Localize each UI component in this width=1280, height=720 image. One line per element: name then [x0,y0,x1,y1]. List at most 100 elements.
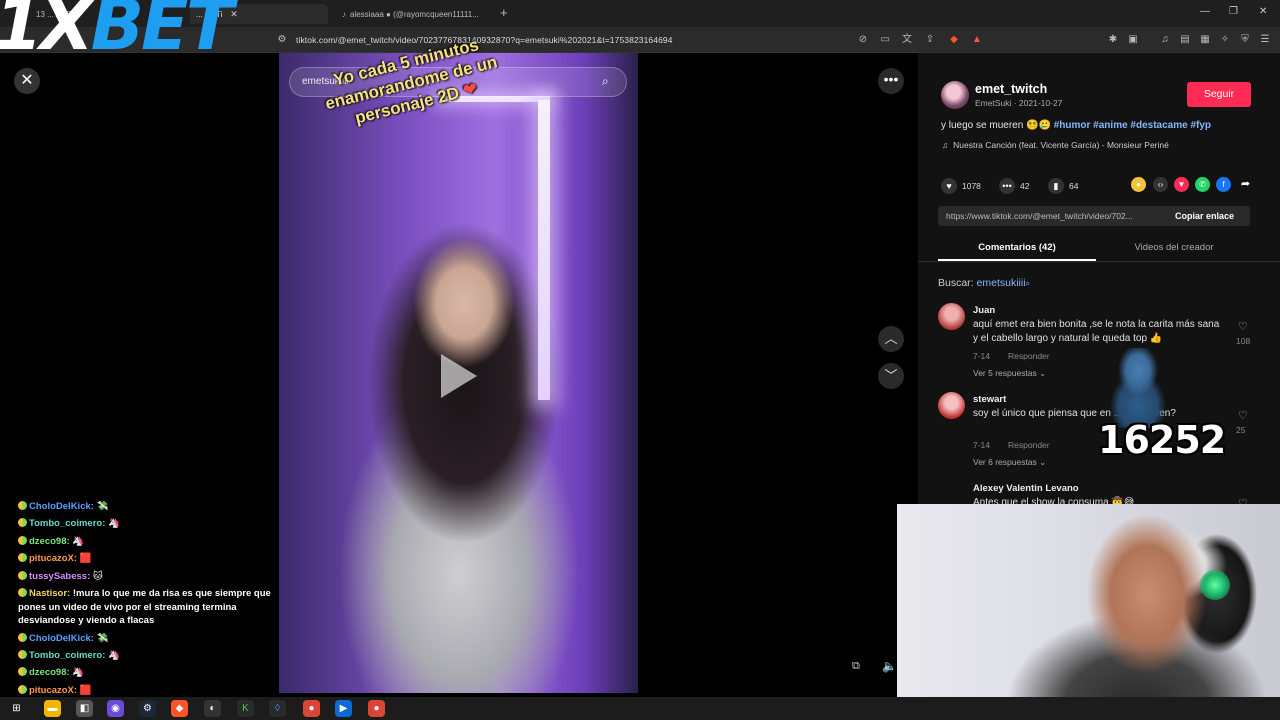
forward-icon[interactable]: ➦ [1238,177,1253,192]
embed-icon[interactable]: ‹› [1153,177,1168,192]
menu-icon[interactable]: ☰ [1259,34,1271,46]
app-icon[interactable]: ◧ [76,700,93,717]
obs-icon[interactable]: ◉ [107,700,124,717]
chat-username[interactable]: CholoDelKick: [29,633,94,644]
chat-text: 🐱 [92,570,103,582]
extensions-icon[interactable]: ✱ [1107,34,1119,46]
previous-video-icon[interactable]: ︿ [878,326,904,352]
site-info-icon[interactable]: ⚙ [276,34,288,46]
chat-username[interactable]: dzeco98: [29,667,70,678]
comment-author[interactable]: Juan [973,305,995,316]
panel-icon[interactable]: ▤ [1179,34,1191,46]
reply-button[interactable]: Responder [1008,440,1050,450]
search-icon[interactable]: ⌕ [602,74,609,89]
brave-shield-icon[interactable]: ◆ [948,34,960,46]
browser-tab[interactable]: ♪ alessiaaa ● (@rayomcqueen11111... [336,4,496,24]
screenshot-icon[interactable]: ▭ [879,34,891,46]
creator-username[interactable]: emet_twitch [975,82,1047,96]
chat-badge-icon [18,518,27,528]
chat-message: Tombo_coimero: 🦄 [0,515,300,532]
chrome-icon[interactable]: ● [368,700,385,717]
avatar[interactable] [941,81,969,109]
copy-link-button[interactable]: Copiar enlace [1175,211,1234,221]
music-track[interactable]: ♫ Nuestra Canción (feat. Vicente García)… [942,140,1169,150]
whatsapp-icon[interactable]: ✆ [1195,177,1210,192]
windows-start-icon[interactable]: ⊞ [8,700,25,717]
chat-username[interactable]: Nastisor: [29,588,70,599]
view-replies-button[interactable]: Ver 6 respuestas ⌄ [973,457,1046,468]
search-icon: ⌕ [1025,279,1031,288]
view-replies-button[interactable]: Ver 5 respuestas ⌄ [973,368,1046,379]
save-stat[interactable]: ▮ 64 [1048,178,1078,194]
comment-author[interactable]: Alexey Valentin Levano [973,483,1079,494]
comment-search-hint[interactable]: Buscar: emetsukiiii⌕ [938,277,1030,289]
chat-username[interactable]: Tombo_coimero: [29,518,105,529]
app-icon[interactable]: ◐ [204,700,221,717]
chat-username[interactable]: Tombo_coimero: [29,650,105,661]
chat-message: CholoDelKick: 💸 [0,630,300,647]
brave-icon[interactable]: ◆ [171,700,188,717]
restore-icon[interactable]: ❐ [1229,6,1238,17]
chat-text: 💸 [96,632,109,644]
chat-text: 🦄 [72,535,85,547]
chat-username[interactable]: dzeco98: [29,536,70,547]
send-icon[interactable]: ▼ [1174,177,1189,192]
chat-badge-icon [18,588,27,598]
close-tab-icon[interactable]: ✕ [230,9,238,20]
facebook-icon[interactable]: f [1216,177,1231,192]
volume-icon[interactable]: 🔈 [882,659,897,673]
play-icon[interactable] [441,354,477,398]
comment-like-count: 25 [1236,425,1246,435]
divider [918,261,1280,262]
follow-button[interactable]: Seguir [1187,82,1251,107]
comment-like-icon[interactable]: ♡ [1238,409,1248,422]
more-options-icon[interactable]: ••• [878,68,904,94]
chrome-icon[interactable]: ● [303,700,320,717]
avatar[interactable] [938,303,965,330]
next-video-icon[interactable]: ﹀ [878,363,904,389]
taskbar: ⊞ ▬ ◧ ◉ ⚙ ◆ ◐ K ◊ ● ▶ ● [0,697,1280,720]
app-icon[interactable]: ▶ [335,700,352,717]
comment-stat[interactable]: ••• 42 [999,178,1029,194]
kick-icon[interactable]: K [237,700,254,717]
chat-username[interactable]: pitucazoX: [29,685,77,696]
like-stat[interactable]: ♥ 1078 [941,178,981,194]
reader-icon[interactable]: ⊘ [857,34,869,46]
avatar[interactable] [938,392,965,419]
video-link[interactable]: https://www.tiktok.com/@emet_twitch/vide… [946,211,1164,221]
sidebar-icon[interactable]: ▣ [1127,34,1139,46]
tab-creator-videos[interactable]: Videos del creador [1098,242,1250,253]
music-icon[interactable]: ♫ [1159,34,1171,46]
picture-in-picture-icon[interactable]: ⧉ [852,660,860,673]
comment-author[interactable]: stewart [973,394,1006,405]
wallet-icon[interactable]: ▦ [1199,34,1211,46]
heart-icon: ♥ [941,178,957,194]
comment-meta: 7-14 Responder [973,440,1050,450]
chat-badge-icon [18,649,27,659]
chat-username[interactable]: tussySabess: [29,571,90,582]
file-explorer-icon[interactable]: ▬ [44,700,61,717]
vpn-icon[interactable]: ⛨ [1239,34,1251,46]
hashtags[interactable]: #humor #anime #destacame #fyp [1054,120,1211,131]
minimize-icon[interactable]: — [1200,6,1210,17]
coin-icon[interactable]: ● [1131,177,1146,192]
steam-icon[interactable]: ⚙ [139,700,156,717]
chat-username[interactable]: pitucazoX: [29,553,77,564]
chat-message: pitucazoX: 🟥 [0,550,300,567]
translate-icon[interactable]: 文 [901,34,913,46]
tiktok-icon: ♪ [342,9,346,19]
leo-icon[interactable]: ✧ [1219,34,1231,46]
share-icon[interactable]: ⇪ [924,34,936,46]
app-icon[interactable]: ◊ [269,700,286,717]
brave-rewards-icon[interactable]: ▲ [971,34,983,46]
close-icon[interactable]: ✕ [14,68,40,94]
chat-badge-icon [18,632,27,642]
chat-message: Tombo_coimero: 🦄 [0,647,300,664]
close-window-icon[interactable]: ✕ [1259,6,1267,17]
tab-comments[interactable]: Comentarios (42) [938,242,1096,253]
new-tab-icon[interactable]: + [500,5,508,20]
reply-button[interactable]: Responder [1008,351,1050,361]
stream-counter: 16252 [1098,418,1226,462]
comment-like-icon[interactable]: ♡ [1238,320,1248,333]
chat-username[interactable]: CholoDelKick: [29,501,94,512]
